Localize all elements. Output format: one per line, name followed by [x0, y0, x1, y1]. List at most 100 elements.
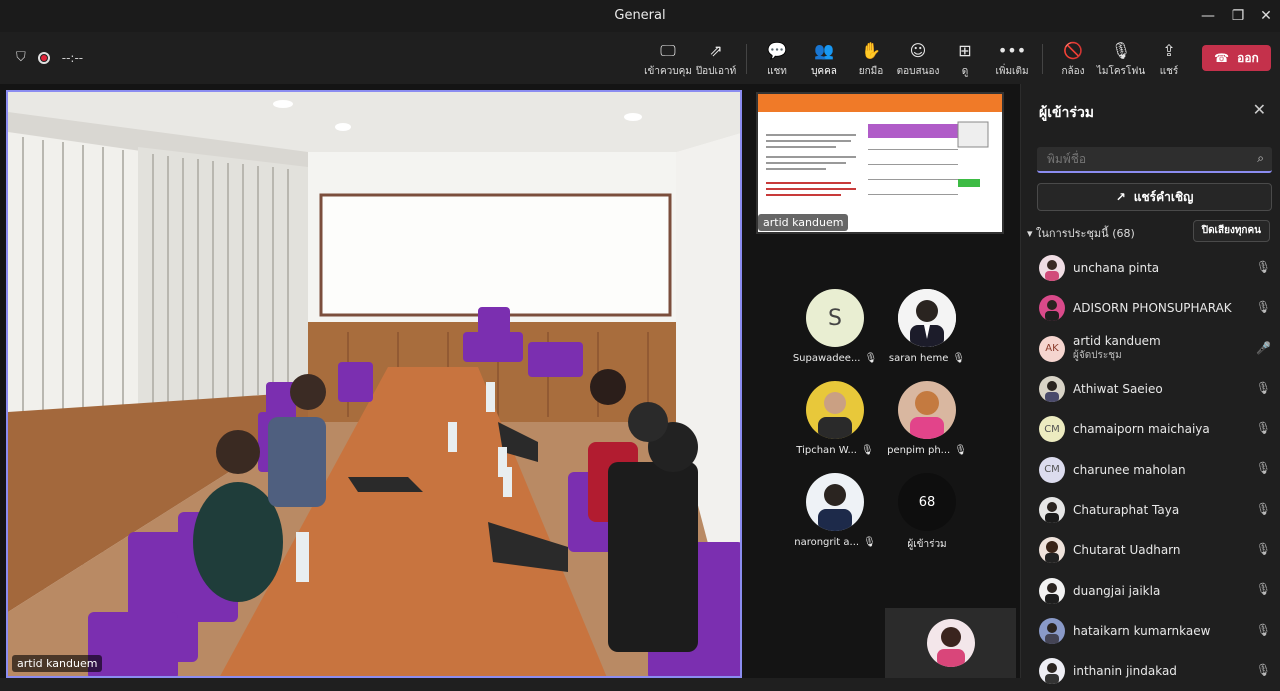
avatar-initials: CM: [1044, 423, 1060, 435]
avatar: [1039, 577, 1065, 604]
title-bar: General — ❐ ✕: [0, 0, 1280, 32]
person-photo: [1039, 617, 1065, 644]
search-input[interactable]: [1037, 147, 1237, 171]
list-item[interactable]: hataikarn kumarnkaew 🎙: [1021, 611, 1280, 651]
main-video-feed[interactable]: artid kanduem: [6, 90, 742, 678]
more-participants-tile[interactable]: 68 ผู้เข้าร่วม: [887, 473, 967, 552]
person-photo: [1039, 537, 1065, 564]
hang-up-icon: ☎: [1214, 51, 1230, 65]
participant-name: Chutarat Uadharn: [1073, 543, 1181, 558]
avatar: [1039, 537, 1065, 564]
participant-name: charunee maholan: [1073, 462, 1186, 477]
participant-tile[interactable]: saran heme 🎙: [887, 289, 967, 364]
person-photo: [1039, 496, 1065, 523]
participant-tile[interactable]: Tipchan W... 🎙: [795, 381, 875, 456]
mic-on-icon: 🎤: [1256, 340, 1271, 355]
restore-icon[interactable]: ❐: [1228, 6, 1248, 26]
main-video-name-tag: artid kanduem: [12, 655, 103, 672]
person-photo: [898, 381, 956, 439]
participant-name: inthanin jindakad: [1073, 664, 1177, 679]
screen-share-thumbnail[interactable]: artid kanduem: [756, 92, 1004, 234]
tile-name: narongrit a...: [794, 537, 860, 548]
list-item[interactable]: Chaturaphat Taya 🎙: [1021, 490, 1280, 530]
meeting-status: ⛉ --:--: [16, 50, 83, 65]
person-photo: [1039, 295, 1065, 322]
tile-name-row: narongrit a... 🎙: [794, 537, 876, 548]
mic-off-icon: 🎙: [860, 445, 874, 456]
participant-role: ผู้จัดประชุม: [1073, 350, 1122, 362]
list-item[interactable]: ADISORN PHONSUPHARAK 🎙: [1021, 288, 1280, 328]
list-item[interactable]: Chutarat Uadharn 🎙: [1021, 530, 1280, 570]
person-photo: [1039, 376, 1065, 403]
close-panel-icon[interactable]: ✕: [1253, 100, 1266, 119]
share-name-tag: artid kanduem: [758, 214, 849, 231]
popout-button[interactable]: ⇗ ป๊อปเอาท์: [688, 40, 744, 80]
list-item[interactable]: CM charunee maholan 🎙: [1021, 449, 1280, 489]
participant-list: unchana pinta 🎙 ADISORN PHONSUPHARAK 🎙 A…: [1021, 248, 1280, 691]
more-label: เพิ่มเติม: [995, 66, 1029, 77]
person-photo: [1039, 255, 1065, 282]
mute-all-button[interactable]: ปิดเสียงทุกคน: [1192, 220, 1270, 242]
participant-name: ADISORN PHONSUPHARAK: [1073, 301, 1232, 316]
meeting-stage: artid kanduem artid kanduem S Supawadee.…: [0, 84, 1020, 678]
tile-name-row: Tipchan W... 🎙: [795, 445, 875, 456]
participant-tile[interactable]: S Supawadee... 🎙: [792, 289, 878, 364]
share-invite-button[interactable]: ↗ แชร์คำเชิญ: [1037, 183, 1272, 211]
person-photo: [1039, 658, 1065, 685]
share-button[interactable]: ⇪ แชร์: [1141, 40, 1197, 80]
mic-off-icon: 🎙: [952, 353, 966, 364]
tile-name: ผู้เข้าร่วม: [907, 539, 947, 550]
avatar: [926, 619, 975, 667]
section-label: ในการประชุมนี้ (68): [1036, 227, 1135, 240]
list-item[interactable]: CM chamaiporn maichaiya 🎙: [1021, 409, 1280, 449]
mic-off-icon: 🎙: [864, 353, 878, 364]
share-invite-label: แชร์คำเชิญ: [1133, 189, 1194, 204]
mic-off-icon: 🎙: [1255, 662, 1271, 677]
toolbar-divider: [746, 44, 747, 74]
avatar: [1039, 255, 1065, 282]
participant-search[interactable]: ⌕: [1037, 147, 1272, 173]
person-photo: [806, 473, 864, 531]
leave-button[interactable]: ☎ ออก: [1202, 45, 1271, 71]
share-label: แชร์: [1159, 66, 1179, 77]
avatar: [1039, 658, 1065, 685]
participant-tile[interactable]: penpim ph... 🎙: [887, 381, 967, 456]
avatar: CM: [1039, 456, 1065, 483]
avatar: [898, 381, 956, 439]
mic-off-icon: 🎙: [1255, 582, 1271, 597]
self-view[interactable]: [885, 608, 1016, 678]
in-meeting-section[interactable]: ▾ ในการประชุมนี้ (68): [1027, 224, 1135, 242]
popout-label: ป๊อปเอาท์: [695, 66, 737, 77]
mic-off-icon: 🎙: [1255, 260, 1271, 274]
mic-off-icon: 🎙: [1255, 501, 1271, 516]
avatar-initials: CM: [1044, 464, 1060, 476]
list-item[interactable]: inthanin jindakad 🎙: [1021, 651, 1280, 691]
list-item[interactable]: unchana pinta 🎙: [1021, 248, 1280, 288]
window-title: General: [614, 8, 666, 23]
shield-icon: ⛉: [16, 50, 26, 65]
list-item[interactable]: AK artid kanduem ผู้จัดประชุม 🎤: [1021, 329, 1280, 369]
tile-name-row: penpim ph... 🎙: [887, 445, 967, 456]
participant-count-badge: 68: [898, 473, 956, 531]
tile-name-row: Supawadee... 🎙: [792, 353, 878, 364]
person-photo: [806, 381, 864, 439]
person-photo: [898, 289, 956, 347]
avatar: [1039, 496, 1065, 523]
mic-off-icon: 🎙: [1255, 542, 1271, 557]
conference-room-video: [8, 92, 740, 676]
avatar: [1039, 295, 1065, 322]
share-icon: ⇪: [1162, 41, 1176, 60]
mic-off-icon: 🎙: [1255, 300, 1271, 315]
list-item[interactable]: duangjai jaikla 🎙: [1021, 570, 1280, 610]
avatar: [806, 473, 864, 531]
close-icon[interactable]: ✕: [1256, 6, 1276, 26]
chevron-down-icon: ▾: [1027, 227, 1033, 240]
panel-title: ผู้เข้าร่วม: [1039, 105, 1095, 121]
participant-tile[interactable]: narongrit a... 🎙: [794, 473, 876, 548]
minimize-icon[interactable]: —: [1198, 6, 1218, 26]
search-icon[interactable]: ⌕: [1257, 151, 1264, 166]
more-icon: •••: [997, 41, 1027, 60]
more-button[interactable]: ••• เพิ่มเติม: [984, 40, 1040, 80]
list-item[interactable]: Athiwat Saeieo 🎙: [1021, 369, 1280, 409]
tile-name: Supawadee...: [792, 353, 861, 364]
